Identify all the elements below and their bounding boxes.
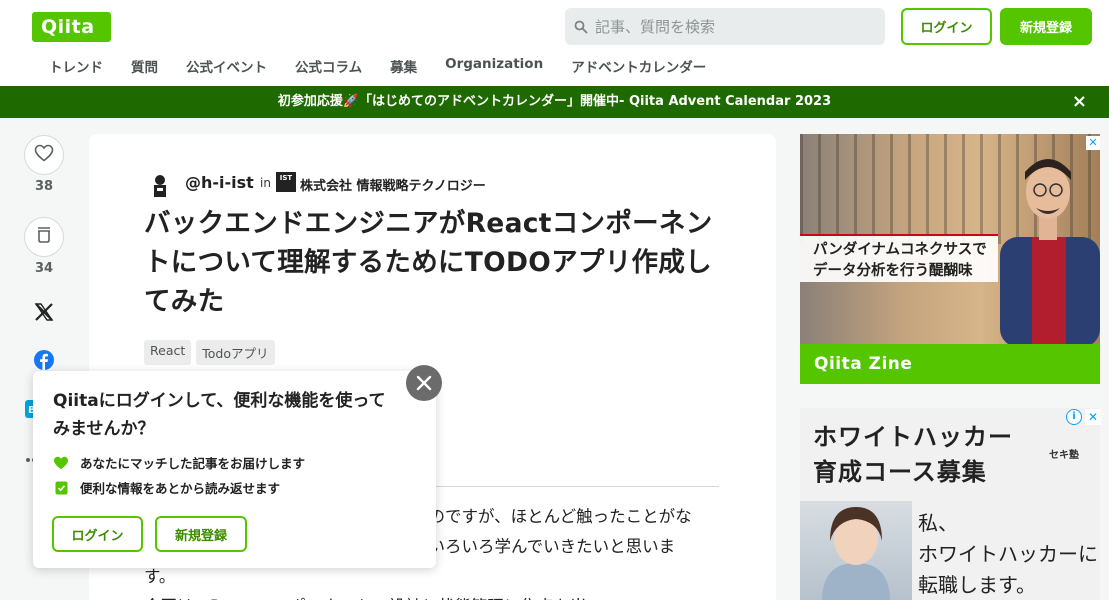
popup-feature: 便利な情報をあとから読み返せます bbox=[53, 478, 280, 497]
nav-question[interactable]: 質問 bbox=[131, 56, 158, 78]
search-box[interactable] bbox=[565, 8, 885, 45]
ad-caption: パンダイナムコネクサスで データ分析を行う醍醐味 bbox=[800, 234, 998, 282]
org-logo[interactable]: IST bbox=[276, 172, 296, 192]
announcement-banner[interactable]: 初参加応援🚀「はじめてのアドベントカレンダー」開催中- Qiita Advent… bbox=[0, 86, 1109, 118]
popup-feature: あなたにマッチした記事をお届けします bbox=[53, 453, 305, 472]
like-button[interactable] bbox=[24, 135, 64, 175]
ad-close-icon[interactable]: ✕ bbox=[1086, 136, 1100, 150]
global-nav: トレンド 質問 公式イベント 公式コラム 募集 Organization アドベ… bbox=[49, 56, 734, 78]
qiita-logo[interactable]: Qiita bbox=[32, 12, 111, 42]
heart-icon bbox=[34, 144, 54, 166]
ad-caption-text: を行う醍醐味 bbox=[885, 263, 973, 279]
popup-title: Qiitaにログインして、便利な機能を使ってみませんか？ bbox=[53, 391, 386, 439]
tag-react[interactable]: React bbox=[144, 340, 192, 365]
nav-recruit[interactable]: 募集 bbox=[390, 56, 417, 78]
nav-advent-calendar[interactable]: アドベントカレンダー bbox=[571, 56, 706, 78]
ad2-hand-line: 私、 bbox=[918, 511, 958, 535]
search-icon bbox=[574, 19, 588, 38]
tag-todo-app[interactable]: Todoアプリ bbox=[196, 340, 275, 365]
share-x-button[interactable] bbox=[24, 302, 64, 326]
author-avatar[interactable] bbox=[147, 172, 173, 198]
ad-footer: Qiita Zine bbox=[800, 344, 1100, 384]
ad2-hand-line: ホワイトハッカーに bbox=[918, 542, 1098, 566]
tag-list: React Todoアプリ bbox=[144, 340, 280, 365]
ad2-title: ホワイトハッカー 育成コース募集 bbox=[813, 420, 1013, 490]
ad-caption-text: データ分析 bbox=[813, 263, 886, 279]
login-button[interactable]: ログイン bbox=[901, 8, 992, 45]
green-stock-icon bbox=[53, 481, 69, 495]
nav-official-events[interactable]: 公式イベント bbox=[186, 56, 267, 78]
ad-caption-text: パンダイナムコネクサス bbox=[813, 242, 973, 258]
ad-caption-text: で bbox=[972, 242, 987, 258]
nav-official-columns[interactable]: 公式コラム bbox=[295, 56, 362, 78]
feature-text: あなたにマッチした記事をお届けします bbox=[80, 456, 306, 471]
org-name[interactable]: 株式会社 情報戦略テクノロジー bbox=[300, 175, 486, 194]
qiita-zine-ad[interactable]: パンダイナムコネクサスで データ分析を行う醍醐味 Qiita Zine bbox=[800, 134, 1100, 384]
banner-close-icon[interactable]: × bbox=[1072, 86, 1087, 118]
search-input[interactable] bbox=[595, 8, 875, 45]
popup-close-icon[interactable] bbox=[406, 365, 442, 401]
ad2-hand-line: 転職します。 bbox=[918, 573, 1036, 597]
ad2-title-line: ホワイトハッカー bbox=[813, 423, 1013, 451]
banner-text[interactable]: 初参加応援🚀「はじめてのアドベントカレンダー」開催中- Qiita Advent… bbox=[278, 94, 831, 109]
login-prompt-popup: Qiitaにログインして、便利な機能を使ってみませんか？ あなたにマッチした記事… bbox=[33, 371, 436, 568]
in-label: in bbox=[260, 176, 271, 190]
header: Qiita ログイン 新規登録 トレンド 質問 公式イベント 公式コラム 募集 … bbox=[0, 0, 1109, 86]
white-hacker-ad[interactable]: ホワイトハッカー 育成コース募集 セキ塾 私、 ホワイトハッカーに 転職します。 bbox=[800, 408, 1100, 600]
nav-trend[interactable]: トレンド bbox=[49, 56, 103, 78]
popup-login-button[interactable]: ログイン bbox=[52, 516, 143, 552]
like-count: 38 bbox=[34, 179, 54, 194]
stock-icon bbox=[36, 226, 52, 248]
stock-button[interactable] bbox=[24, 217, 64, 257]
author-name[interactable]: @h-i-ist bbox=[185, 173, 254, 192]
popup-signup-button[interactable]: 新規登録 bbox=[155, 516, 247, 552]
ad-person-image bbox=[990, 142, 1100, 347]
nav-organization[interactable]: Organization bbox=[445, 56, 543, 78]
green-heart-icon bbox=[53, 456, 69, 470]
ad2-photo bbox=[800, 501, 912, 600]
ad2-handwritten-text: 私、 ホワイトハッカーに 転職します。 bbox=[918, 508, 1098, 600]
x-logo-icon bbox=[34, 302, 54, 326]
signup-button[interactable]: 新規登録 bbox=[1000, 8, 1092, 45]
stock-count: 34 bbox=[34, 261, 54, 276]
body-line: 今回は、Reactコンポーネントの設計と状態管理に焦点を当て bbox=[144, 592, 734, 600]
ad-info-icon[interactable]: i bbox=[1066, 409, 1082, 425]
divider bbox=[419, 486, 719, 487]
ad2-title-line: 育成コース募集 bbox=[813, 458, 987, 486]
ad2-logo: セキ塾 bbox=[1049, 450, 1079, 461]
article-title: バックエンドエンジニアがReactコンポーネントについて理解するためにTODOア… bbox=[144, 208, 713, 317]
feature-text: 便利な情報をあとから読み返せます bbox=[80, 481, 281, 496]
ad-close-icon[interactable]: ✕ bbox=[1085, 409, 1101, 425]
